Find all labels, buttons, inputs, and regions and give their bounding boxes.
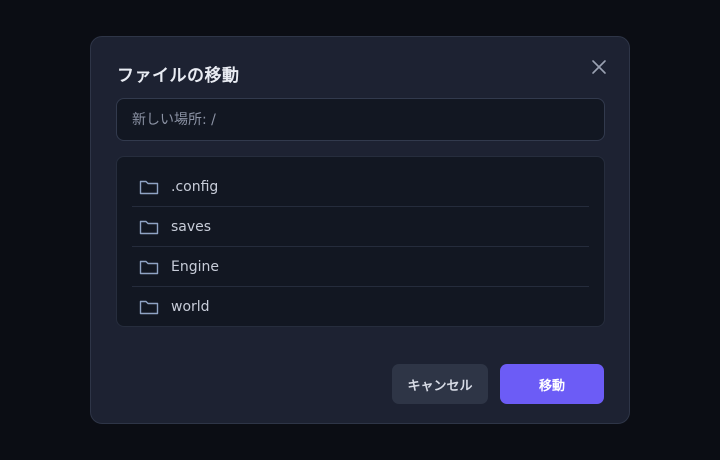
folder-icon	[139, 220, 159, 234]
folder-item[interactable]: world	[132, 287, 589, 327]
move-button[interactable]: 移動	[500, 364, 604, 404]
folder-icon	[139, 180, 159, 194]
folder-item[interactable]: saves	[132, 207, 589, 247]
folder-item[interactable]: Engine	[132, 247, 589, 287]
location-input[interactable]	[116, 98, 605, 141]
folder-item[interactable]: .config	[132, 167, 589, 207]
folder-name: Engine	[171, 258, 219, 275]
move-file-dialog: ファイルの移動 .config saves Engine	[90, 36, 630, 424]
folder-icon	[139, 260, 159, 274]
folder-name: world	[171, 299, 210, 315]
close-icon	[592, 60, 606, 74]
cancel-button[interactable]: キャンセル	[392, 364, 488, 404]
folder-list: .config saves Engine world	[116, 156, 605, 327]
close-button[interactable]	[591, 59, 607, 75]
dialog-title: ファイルの移動	[117, 66, 240, 86]
folder-name: saves	[171, 218, 212, 235]
folder-icon	[139, 300, 159, 315]
folder-name: .config	[171, 178, 219, 195]
